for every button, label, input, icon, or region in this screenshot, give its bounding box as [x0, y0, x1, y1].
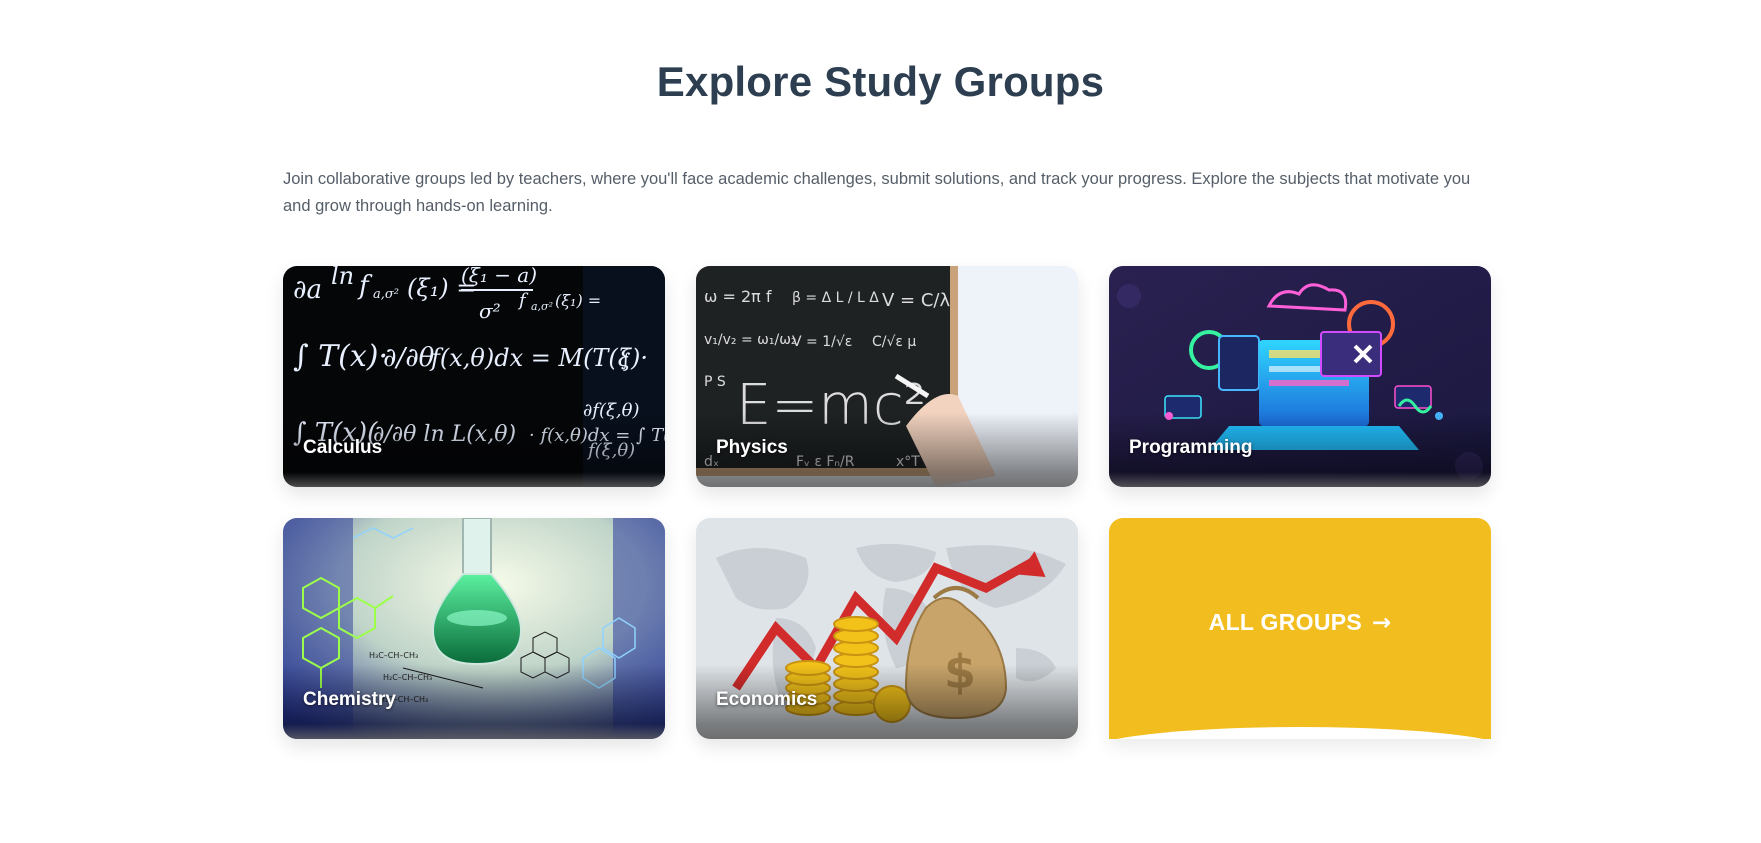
group-label: Chemistry	[303, 689, 396, 710]
group-label: Physics	[716, 437, 788, 458]
all-groups-label: ALL GROUPS	[1208, 609, 1363, 635]
svg-text:(ξ₁) =: (ξ₁) =	[555, 291, 601, 310]
group-card-calculus[interactable]: ∂a ln f a,σ² (ξ₁) = (ξ₁ − a) σ² f a,σ² (…	[283, 266, 665, 487]
group-label: Calculus	[303, 437, 383, 458]
group-label: Economics	[716, 689, 818, 710]
arrow-right-icon: →	[1372, 609, 1392, 636]
group-card-physics[interactable]: ω = 2π f β = Δ L / L Δ V = C/λ v₁/v₂ = ω…	[696, 266, 1078, 487]
svg-text:(ξ₁ − a): (ξ₁ − a)	[461, 266, 537, 287]
card-wave-decoration	[1109, 727, 1491, 739]
groups-grid: ∂a ln f a,σ² (ξ₁) = (ξ₁ − a) σ² f a,σ² (…	[283, 266, 1492, 739]
group-label: Programming	[1129, 437, 1253, 458]
section-title: Explore Study Groups	[656, 58, 1105, 105]
svg-text:a,σ²: a,σ²	[531, 300, 553, 313]
svg-text:∫: ∫	[621, 350, 631, 371]
svg-text:ω = 2π f: ω = 2π f	[704, 287, 772, 306]
svg-text:v₁/v₂ = ω₁/ω₂: v₁/v₂ = ω₁/ω₂	[704, 332, 797, 348]
svg-text:a,σ²: a,σ²	[373, 287, 399, 302]
group-card-economics[interactable]: $ Economics	[696, 518, 1078, 739]
svg-text:∂a: ∂a	[293, 275, 322, 305]
svg-text:V = C/λ: V = C/λ	[882, 290, 950, 311]
svg-text:C/√ε μ: C/√ε μ	[872, 334, 916, 350]
group-card-chemistry[interactable]: H₃C–CH–CH₃ H₂C–CH–CH₃ H₂C–CH–CH₃ Chemist…	[283, 518, 665, 739]
svg-text:∫ T(x)·: ∫ T(x)·	[293, 339, 388, 374]
svg-text:β = Δ L / L Δ: β = Δ L / L Δ	[792, 290, 879, 306]
section-intro: Join collaborative groups led by teacher…	[283, 170, 1471, 215]
svg-text:ln: ln	[331, 266, 354, 290]
svg-text:σ²: σ²	[479, 299, 501, 323]
all-groups-button[interactable]: ALL GROUPS →	[1109, 518, 1491, 739]
study-groups-section: Explore Study Groups Join collaborative …	[0, 0, 1761, 843]
svg-text:∂/∂θ: ∂/∂θ	[383, 343, 435, 373]
svg-text:P S: P S	[704, 374, 726, 390]
svg-text:f(x,θ)dx = M(T(ξ)·: f(x,θ)dx = M(T(ξ)·	[429, 344, 648, 372]
group-card-programming[interactable]: Programming	[1109, 266, 1491, 487]
svg-text:H₃C–CH–CH₃: H₃C–CH–CH₃	[369, 651, 418, 660]
svg-text:V = 1/√ε: V = 1/√ε	[792, 334, 852, 350]
